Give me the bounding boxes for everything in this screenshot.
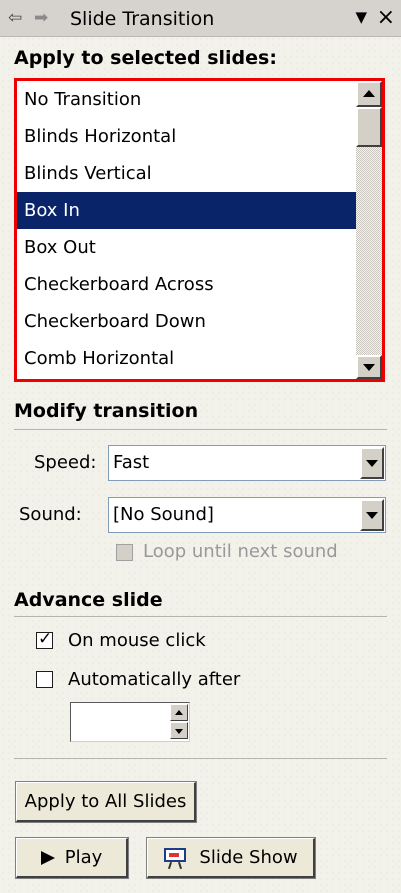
speed-label: Speed:	[34, 452, 97, 473]
modify-section-heading: Modify transition	[14, 400, 199, 422]
sound-value: [No Sound]	[113, 504, 214, 525]
advance-divider	[14, 616, 387, 617]
list-item[interactable]: Blinds Vertical	[17, 155, 356, 192]
slide-show-label: Slide Show	[199, 847, 298, 868]
sound-select[interactable]: [No Sound]	[108, 497, 386, 533]
speed-dropdown-button[interactable]	[360, 447, 384, 479]
arrow-left-icon[interactable]: ⇦	[8, 8, 22, 28]
spin-up-button[interactable]	[170, 704, 188, 721]
arrow-right-icon[interactable]: ➡	[34, 8, 48, 28]
chevron-down-icon	[366, 512, 378, 519]
triangle-down-icon	[363, 364, 375, 371]
list-item[interactable]: Box Out	[17, 229, 356, 266]
on-mouse-click-checkbox[interactable]: ✓	[36, 629, 53, 649]
chevron-down-icon[interactable]: ▼	[355, 8, 367, 26]
automatically-after-label: Automatically after	[68, 669, 241, 690]
play-button[interactable]: Play	[15, 837, 129, 879]
advance-section-heading: Advance slide	[14, 589, 163, 611]
modify-divider	[14, 429, 387, 430]
scroll-down-button[interactable]	[356, 355, 382, 379]
list-item-selected[interactable]: Box In	[17, 192, 356, 229]
triangle-up-icon	[363, 90, 375, 97]
on-mouse-click-label: On mouse click	[68, 630, 206, 651]
transition-list: No Transition Blinds Horizontal Blinds Ver…	[17, 81, 356, 379]
list-item[interactable]: Comb Horizontal	[17, 340, 356, 377]
transition-listbox[interactable]: No Transition Blinds Horizontal Blinds Ver…	[14, 78, 385, 382]
apply-section-heading: Apply to selected slides:	[14, 47, 277, 69]
speed-select[interactable]: Fast	[108, 445, 386, 481]
check-icon: ✓	[38, 629, 53, 649]
scroll-thumb[interactable]	[356, 107, 382, 147]
slide-show-button[interactable]: Slide Show	[146, 837, 316, 879]
sound-label: Sound:	[19, 504, 82, 525]
apply-to-all-slides-button[interactable]: Apply to All Slides	[15, 781, 197, 823]
triangle-up-icon	[175, 709, 183, 715]
task-pane-title: Slide Transition	[70, 8, 215, 30]
play-icon	[40, 850, 55, 865]
list-item[interactable]: Checkerboard Down	[17, 303, 356, 340]
play-label: Play	[64, 847, 103, 868]
loop-sound-checkbox[interactable]	[116, 544, 133, 561]
sound-dropdown-button[interactable]	[360, 499, 384, 531]
triangle-down-icon	[175, 728, 183, 734]
buttons-divider	[14, 758, 387, 759]
list-scrollbar[interactable]	[356, 81, 382, 379]
loop-sound-label: Loop until next sound	[143, 541, 338, 562]
automatically-after-checkbox[interactable]	[36, 671, 53, 688]
advance-time-spinner[interactable]	[70, 702, 190, 742]
chevron-down-icon	[366, 460, 378, 467]
list-item[interactable]: Blinds Horizontal	[17, 118, 356, 155]
task-pane-header: ⇦ ➡ Slide Transition ▼ ×	[0, 0, 401, 37]
close-icon[interactable]: ×	[377, 5, 395, 30]
scroll-up-button[interactable]	[356, 81, 382, 107]
list-item[interactable]: Checkerboard Across	[17, 266, 356, 303]
speed-value: Fast	[113, 452, 150, 473]
spin-down-button[interactable]	[170, 722, 188, 739]
list-item[interactable]: No Transition	[17, 81, 356, 118]
slide-show-icon	[163, 847, 189, 869]
